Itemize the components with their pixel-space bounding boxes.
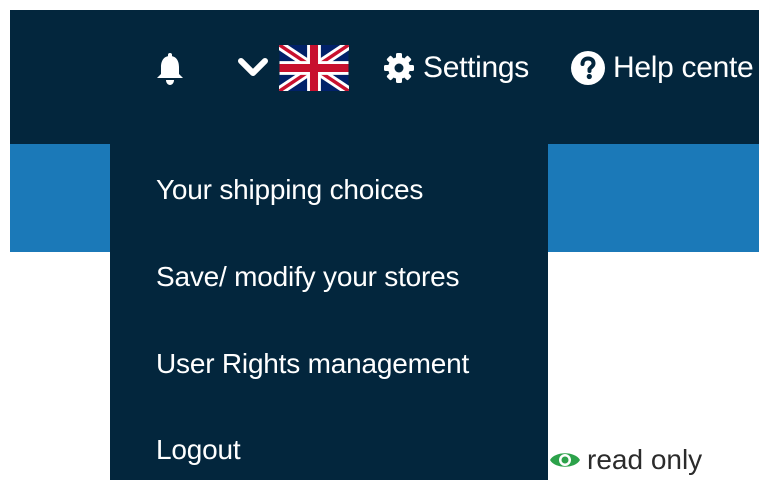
help-center-link[interactable]: Help cente bbox=[570, 48, 759, 88]
menu-item-stores[interactable]: Save/ modify your stores bbox=[156, 261, 460, 293]
notifications-button[interactable] bbox=[154, 48, 188, 88]
settings-label: Settings bbox=[423, 51, 529, 84]
settings-menu-button[interactable]: Settings bbox=[383, 48, 529, 88]
menu-item-shipping-choices[interactable]: Your shipping choices bbox=[156, 174, 423, 206]
menu-item-logout[interactable]: Logout bbox=[156, 434, 241, 466]
settings-dropdown-menu: Your shipping choices Save/ modify your … bbox=[110, 144, 548, 480]
access-mode-indicator: read only bbox=[549, 442, 702, 478]
access-mode-label: read only bbox=[587, 444, 703, 475]
help-center-label: Help cente bbox=[613, 51, 754, 84]
question-circle-icon bbox=[571, 51, 605, 85]
bell-icon bbox=[157, 53, 183, 85]
page: Settings Help cente Your shipping choice… bbox=[0, 0, 759, 480]
uk-flag-icon bbox=[279, 45, 349, 91]
eye-icon bbox=[550, 453, 580, 467]
language-selector[interactable] bbox=[236, 45, 349, 91]
gear-icon bbox=[384, 53, 414, 83]
menu-item-user-rights[interactable]: User Rights management bbox=[156, 348, 469, 380]
chevron-down-icon bbox=[238, 58, 268, 76]
